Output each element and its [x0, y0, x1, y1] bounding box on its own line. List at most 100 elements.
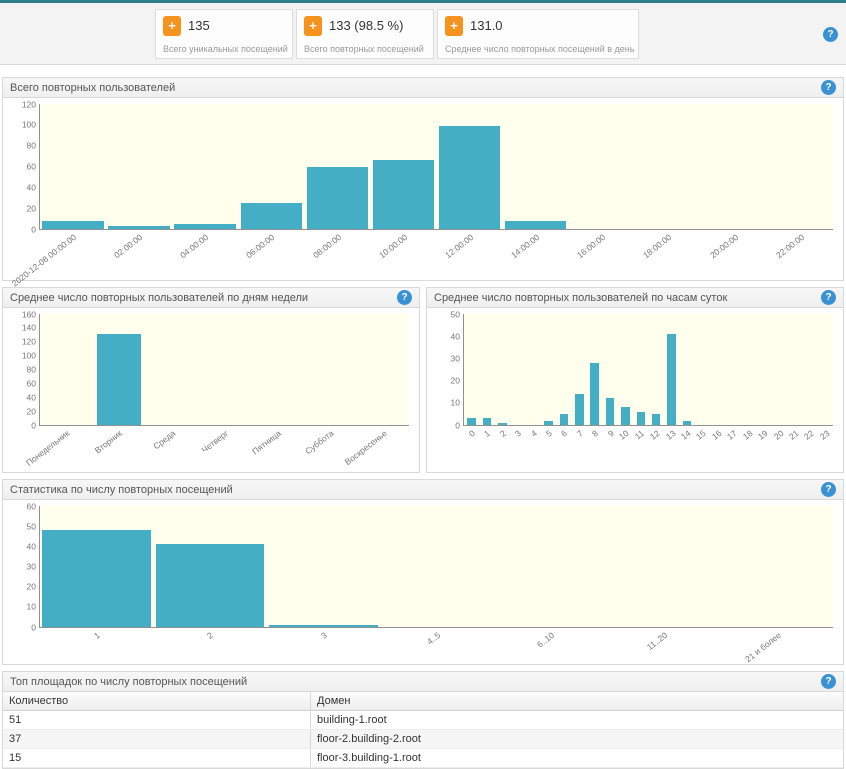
- y-tick-label: 50: [27, 522, 40, 531]
- report-plus-icon: +: [445, 16, 463, 36]
- bar: [505, 221, 566, 229]
- bar: [637, 412, 645, 425]
- bar: [621, 407, 629, 425]
- kpi-label: Всего повторных посещений: [304, 44, 430, 54]
- bar: [108, 226, 169, 229]
- help-icon[interactable]: ?: [821, 674, 836, 689]
- help-icon[interactable]: ?: [397, 290, 412, 305]
- count-cell: 51: [3, 711, 311, 729]
- panel-title: Всего повторных пользователей: [10, 82, 175, 94]
- y-tick-label: 140: [22, 324, 40, 333]
- y-tick-label: 80: [27, 365, 40, 374]
- panel-header: Топ площадок по числу повторных посещени…: [3, 672, 843, 692]
- y-tick-label: 80: [27, 141, 40, 150]
- bar: [241, 203, 302, 229]
- y-tick-label: 20: [27, 204, 40, 213]
- kpi-card-repeat-visits: + 133 (98.5 %) Всего повторных посещений: [296, 9, 434, 59]
- y-tick-label: 60: [27, 162, 40, 171]
- bar: [590, 363, 598, 425]
- table-row[interactable]: 51building-1.root: [3, 711, 843, 730]
- bar: [483, 418, 491, 425]
- column-header-count[interactable]: Количество: [3, 692, 311, 710]
- bar: [667, 334, 675, 425]
- panel-header: Среднее число повторных пользователей по…: [3, 288, 419, 308]
- bar: [307, 167, 368, 230]
- bar: [652, 414, 660, 425]
- bar: [439, 126, 500, 229]
- y-tick-label: 120: [22, 338, 40, 347]
- chart-x-axis-labels: 2020-12-08 00:00:0002:00:0004:00:0006:00…: [39, 230, 833, 280]
- y-tick-label: 160: [22, 310, 40, 319]
- help-icon[interactable]: ?: [821, 482, 836, 497]
- report-plus-icon: +: [304, 16, 322, 36]
- y-tick-label: 20: [451, 376, 464, 385]
- y-tick-label: 40: [27, 183, 40, 192]
- chart-plot: 020406080100120140160: [39, 314, 409, 426]
- bar: [560, 414, 568, 425]
- chart-x-axis-labels: ПонедельникВторникСредаЧетвергПятницаСуб…: [39, 426, 409, 472]
- domain-cell: building-1.root: [311, 711, 843, 729]
- count-cell: 37: [3, 730, 311, 748]
- middle-panel-row: Среднее число повторных пользователей по…: [2, 287, 844, 473]
- y-tick-label: 30: [451, 354, 464, 363]
- panel-top-sites: Топ площадок по числу повторных посещени…: [2, 671, 844, 769]
- y-tick-label: 10: [27, 603, 40, 612]
- bar-chart-total-repeat-users: 020406080100120 2020-12-08 00:00:0002:00…: [3, 98, 843, 280]
- bar: [373, 160, 434, 229]
- bar-chart-visit-count-stats: 0102030405060 1234..56..1011..2021 и бол…: [3, 500, 843, 664]
- bar: [42, 221, 103, 229]
- table-row[interactable]: 15floor-3.building-1.root: [3, 749, 843, 768]
- kpi-value: 131.0: [470, 18, 503, 33]
- y-tick-label: 50: [451, 310, 464, 319]
- y-tick-label: 40: [451, 332, 464, 341]
- kpi-label: Среднее число повторных посещений в день: [445, 44, 635, 54]
- panel-repeat-visit-count-stats: Статистика по числу повторных посещений …: [2, 479, 844, 665]
- bar: [269, 625, 378, 627]
- bar: [683, 421, 691, 425]
- top-sites-table-body: 51building-1.root37floor-2.building-2.ro…: [3, 711, 843, 768]
- bar: [467, 418, 475, 425]
- kpi-summary-bar: + 135 Всего уникальных посещений + 133 (…: [0, 3, 846, 65]
- y-tick-label: 100: [22, 351, 40, 360]
- bar: [606, 398, 614, 425]
- chart-x-axis-labels: 01234567891011121314151617181920212223: [463, 426, 833, 472]
- chart-x-axis-labels: 1234..56..1011..2021 и более: [39, 628, 833, 664]
- y-tick-label: 120: [22, 100, 40, 109]
- chart-plot: 020406080100120: [39, 104, 833, 230]
- y-tick-label: 60: [27, 502, 40, 511]
- y-tick-label: 10: [451, 399, 464, 408]
- chart-plot: 0102030405060: [39, 506, 833, 628]
- chart-plot: 01020304050: [463, 314, 833, 426]
- panel-repeat-users-by-weekday: Среднее число повторных пользователей по…: [2, 287, 420, 473]
- bar: [174, 224, 235, 229]
- y-tick-label: 20: [27, 582, 40, 591]
- panel-header: Всего повторных пользователей ?: [3, 78, 843, 98]
- panel-repeat-users-by-hour: Среднее число повторных пользователей по…: [426, 287, 844, 473]
- table-row[interactable]: 37floor-2.building-2.root: [3, 730, 843, 749]
- panel-header: Среднее число повторных пользователей по…: [427, 288, 843, 308]
- y-tick-label: 20: [27, 407, 40, 416]
- help-icon[interactable]: ?: [821, 80, 836, 95]
- y-tick-label: 30: [27, 562, 40, 571]
- y-tick-label: 40: [27, 393, 40, 402]
- bar: [156, 544, 265, 627]
- bar: [498, 423, 506, 425]
- bar: [544, 421, 552, 425]
- bar: [575, 394, 583, 425]
- panel-title: Среднее число повторных пользователей по…: [10, 292, 308, 304]
- help-icon[interactable]: ?: [821, 290, 836, 305]
- y-tick-label: 60: [27, 379, 40, 388]
- bar: [42, 530, 151, 627]
- bar-chart-by-hour: 01020304050 0123456789101112131415161718…: [427, 308, 843, 472]
- kpi-card-avg-repeat-per-day: + 131.0 Среднее число повторных посещени…: [437, 9, 639, 59]
- panel-title: Топ площадок по числу повторных посещени…: [10, 676, 247, 688]
- kpi-value: 135: [188, 18, 210, 33]
- column-header-domain[interactable]: Домен: [311, 692, 843, 710]
- panel-total-repeat-users: Всего повторных пользователей ? 02040608…: [2, 77, 844, 281]
- top-sites-table-header: Количество Домен: [3, 692, 843, 711]
- count-cell: 15: [3, 749, 311, 767]
- kpi-value: 133 (98.5 %): [329, 18, 403, 33]
- report-plus-icon: +: [163, 16, 181, 36]
- kpi-card-unique-visits: + 135 Всего уникальных посещений: [155, 9, 293, 59]
- help-icon[interactable]: ?: [823, 27, 838, 42]
